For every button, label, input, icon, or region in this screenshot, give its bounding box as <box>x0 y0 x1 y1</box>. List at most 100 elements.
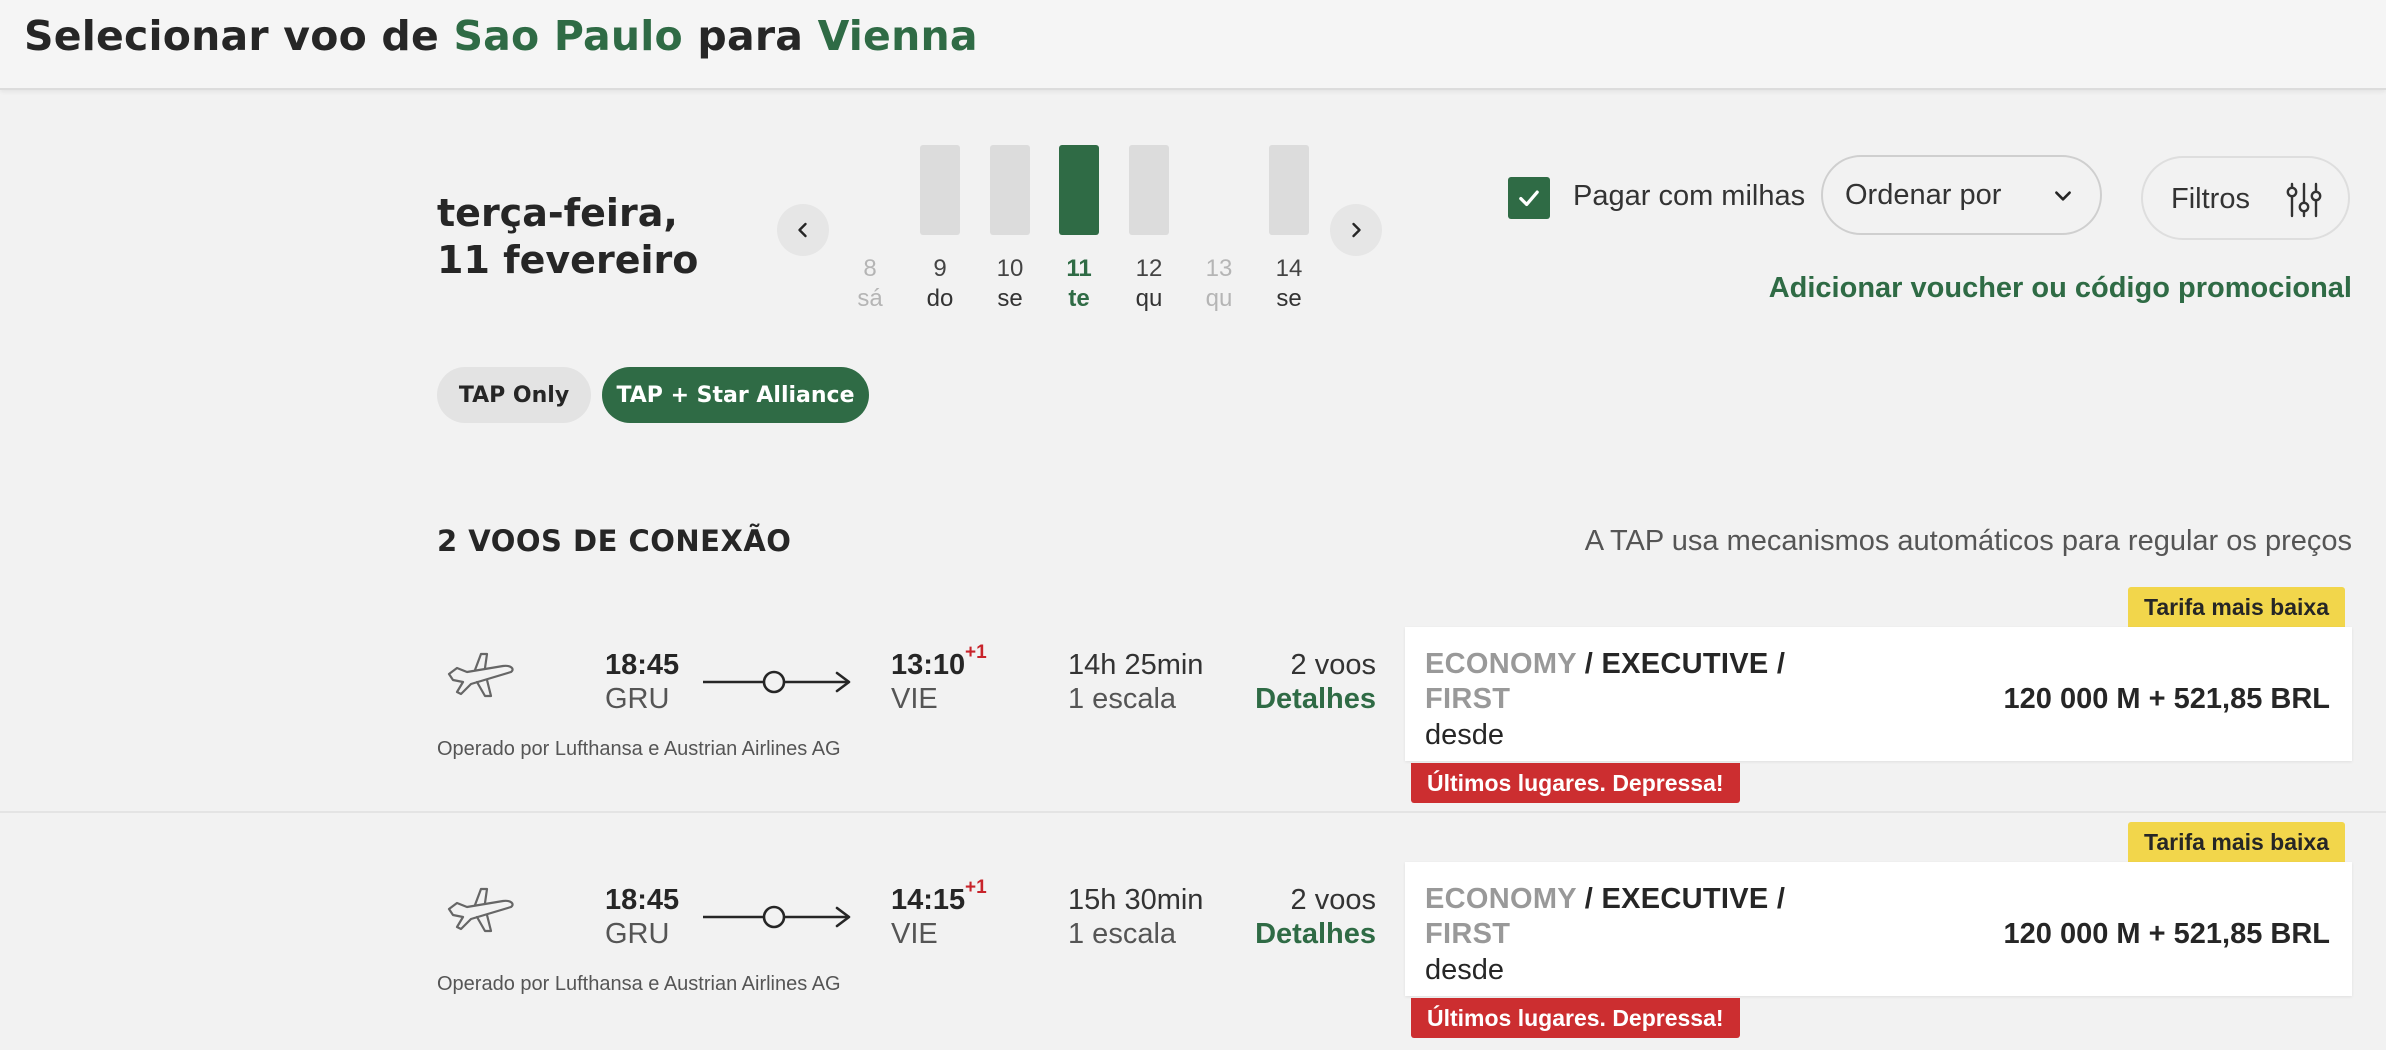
chevron-right-icon <box>1352 222 1361 238</box>
date-day-number: 12 <box>1135 255 1163 282</box>
date-weekday: do <box>926 285 954 312</box>
date-availability-bar <box>1269 145 1309 235</box>
date-weekday: qu <box>1205 285 1233 312</box>
tap-only-toggle[interactable]: TAP Only <box>437 367 591 423</box>
date-availability-bar <box>990 145 1030 235</box>
flight-count: 2 voos <box>1290 884 1376 916</box>
arrival-time: 13:10 <box>891 649 966 681</box>
date-day-number: 14 <box>1275 255 1303 282</box>
title-connector: para <box>697 12 804 60</box>
stop-count: 1 escala <box>1068 918 1177 950</box>
filters-button[interactable]: Filtros <box>2141 156 2350 240</box>
date-weekday: se <box>1276 285 1302 312</box>
arrival-airport: VIE <box>891 918 938 950</box>
date-option[interactable]: 12 qu <box>1121 145 1177 315</box>
date-option[interactable]: 10 se <box>982 145 1038 315</box>
fare-class-executive: EXECUTIVE <box>1601 648 1769 680</box>
next-dates-button[interactable] <box>1330 204 1382 256</box>
check-icon <box>1519 190 1539 207</box>
operated-by-text: Operado por Lufthansa e Austrian Airline… <box>437 738 841 760</box>
fare-classes: ECONOMY / EXECUTIVE / FIRST <box>1425 882 1845 952</box>
flight-details-link[interactable]: Detalhes <box>1255 683 1376 716</box>
sliders-icon <box>2286 182 2322 218</box>
date-availability-bar <box>920 145 960 235</box>
filters-label: Filtros <box>2171 183 2250 215</box>
date-day-number: 11 <box>1066 255 1092 282</box>
lowest-fare-badge: Tarifa mais baixa <box>2128 587 2345 627</box>
arrival-time: 14:15 <box>891 884 966 916</box>
departure-airport: GRU <box>605 918 670 950</box>
fare-class-separator: / <box>1576 883 1602 915</box>
page-title: Selecionar voo de Sao Paulo para Vienna <box>24 12 978 60</box>
plane-icon <box>445 879 517 939</box>
fare-class-first: FIRST <box>1425 918 1511 950</box>
next-day-indicator: +1 <box>965 877 987 898</box>
fare-class-first: FIRST <box>1425 683 1511 715</box>
departure-time: 18:45 <box>605 649 680 681</box>
pay-with-miles-checkbox[interactable] <box>1508 177 1550 219</box>
prev-dates-button[interactable] <box>777 204 829 256</box>
last-seats-badge: Últimos lugares. Depressa! <box>1411 763 1740 803</box>
stop-count: 1 escala <box>1068 683 1177 715</box>
date-option[interactable]: 11 te <box>1051 145 1107 315</box>
date-day-number: 13 <box>1205 255 1233 282</box>
date-weekday: te <box>1068 285 1090 312</box>
plane-icon <box>445 644 517 704</box>
tap-star-alliance-toggle[interactable]: TAP + Star Alliance <box>602 367 869 423</box>
title-prefix: Selecionar voo de <box>24 12 439 60</box>
results-section-title: 2 VOOS DE CONEXÃO <box>437 524 792 558</box>
date-availability-bar <box>1129 145 1169 235</box>
sort-label: Ordenar por <box>1845 179 2002 211</box>
page-header: Selecionar voo de Sao Paulo para Vienna <box>0 0 2386 90</box>
destination-city: Vienna <box>817 12 978 60</box>
fare-class-economy: ECONOMY <box>1425 883 1577 915</box>
arrival-airport: VIE <box>891 683 938 715</box>
fare-from-label: desde <box>1425 954 1505 986</box>
selected-date: 11 fevereiro <box>437 238 699 282</box>
operated-by-text: Operado por Lufthansa e Austrian Airline… <box>437 973 841 995</box>
flight-details-link[interactable]: Detalhes <box>1255 918 1376 951</box>
selected-date-label: terça-feira, 11 fevereiro <box>437 190 698 284</box>
fare-class-separator: / <box>1576 648 1602 680</box>
date-day-number: 10 <box>996 255 1024 282</box>
date-availability-bar <box>1059 145 1099 235</box>
pay-with-miles-label[interactable]: Pagar com milhas <box>1573 180 1805 213</box>
date-weekday: sá <box>857 285 883 312</box>
date-day-number: 9 <box>933 255 947 282</box>
selected-weekday: terça-feira, <box>437 191 678 235</box>
last-seats-badge: Últimos lugares. Depressa! <box>1411 998 1740 1038</box>
fare-price: 120 000 M + 521,85 BRL <box>2003 683 2330 715</box>
departure-time: 18:45 <box>605 884 680 916</box>
fare-class-separator: / <box>1768 883 1786 915</box>
origin-city: Sao Paulo <box>453 12 683 60</box>
fare-class-separator: / <box>1768 648 1786 680</box>
flight-count: 2 voos <box>1290 649 1376 681</box>
next-day-indicator: +1 <box>965 642 987 663</box>
flight-duration: 14h 25min <box>1068 649 1204 681</box>
fare-price: 120 000 M + 521,85 BRL <box>2003 918 2330 950</box>
chevron-left-icon <box>798 222 807 238</box>
lowest-fare-badge: Tarifa mais baixa <box>2128 822 2345 862</box>
fare-card[interactable]: ECONOMY / EXECUTIVE / FIRST desde 120 000… <box>1405 627 2352 761</box>
fare-class-economy: ECONOMY <box>1425 648 1577 680</box>
date-option: 13 qu <box>1191 145 1247 315</box>
pricing-note: A TAP usa mecanismos automáticos para re… <box>1584 525 2352 557</box>
departure-airport: GRU <box>605 683 670 715</box>
fare-classes: ECONOMY / EXECUTIVE / FIRST <box>1425 647 1845 717</box>
sort-dropdown[interactable]: Ordenar por <box>1821 155 2102 235</box>
route-line-icon <box>703 905 851 929</box>
flight-duration: 15h 30min <box>1068 884 1204 916</box>
date-option: 8 sá <box>842 145 898 315</box>
add-voucher-link[interactable]: Adicionar voucher ou código promocional <box>1769 272 2352 305</box>
fare-class-executive: EXECUTIVE <box>1601 883 1769 915</box>
fare-from-label: desde <box>1425 719 1505 751</box>
date-weekday: qu <box>1135 285 1163 312</box>
date-weekday: se <box>997 285 1023 312</box>
fare-card[interactable]: ECONOMY / EXECUTIVE / FIRST desde 120 000… <box>1405 862 2352 996</box>
date-option[interactable]: 9 do <box>912 145 968 315</box>
date-option[interactable]: 14 se <box>1261 145 1317 315</box>
chevron-down-icon <box>2055 191 2071 201</box>
row-divider <box>0 811 2386 813</box>
route-line-icon <box>703 670 851 694</box>
date-day-number: 8 <box>863 255 877 282</box>
